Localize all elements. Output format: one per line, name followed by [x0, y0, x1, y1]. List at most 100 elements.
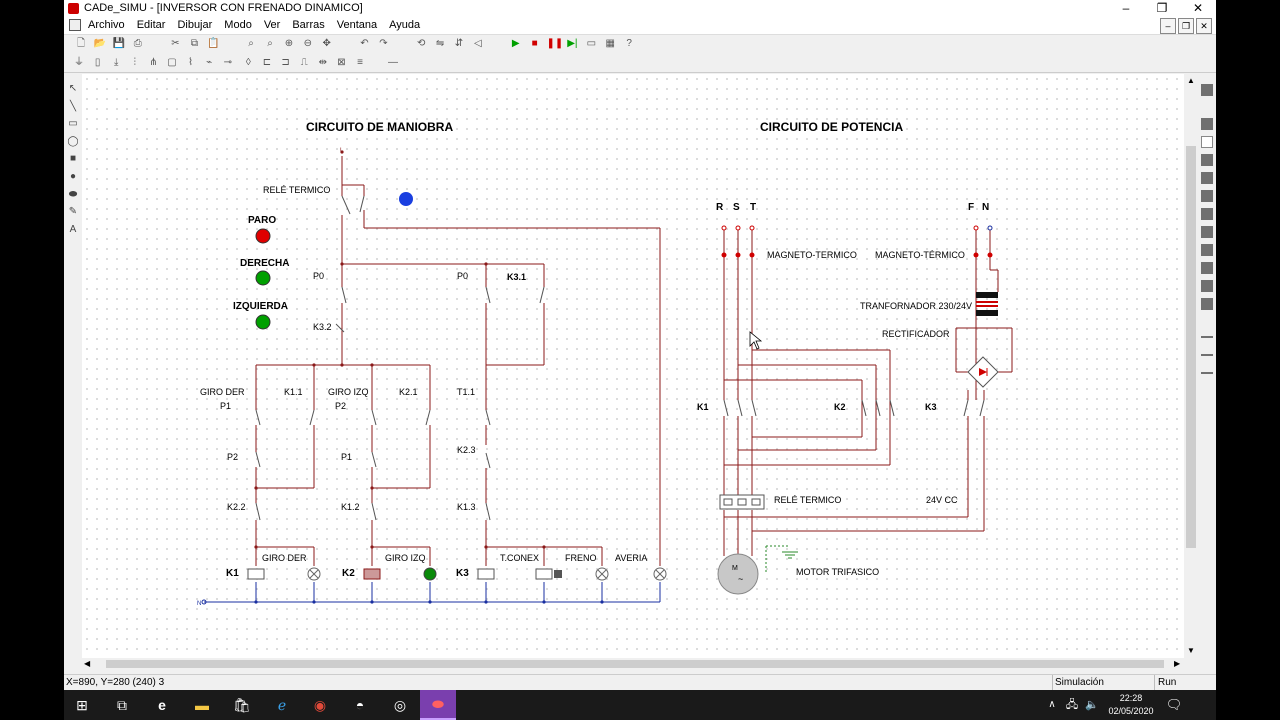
- power-supply-icon[interactable]: ⏚: [72, 56, 86, 70]
- connector-icon[interactable]: ⊠: [334, 56, 348, 70]
- obs-icon[interactable]: ◎: [390, 695, 410, 715]
- window-icon[interactable]: ▭: [584, 37, 598, 51]
- palette-item-11-icon[interactable]: [1201, 280, 1213, 292]
- grid-icon[interactable]: ▦: [603, 37, 617, 51]
- mdi-minimize-button[interactable]: –: [1160, 18, 1176, 34]
- contact-icon[interactable]: ⌇: [184, 56, 198, 70]
- zoom-in-icon[interactable]: ⊕: [282, 37, 296, 51]
- menu-ver[interactable]: Ver: [264, 19, 281, 31]
- wire-line-icon[interactable]: —: [386, 56, 400, 70]
- open-icon[interactable]: 📂: [93, 37, 107, 51]
- scroll-down-icon[interactable]: ▼: [1185, 646, 1197, 656]
- palette-item-14-icon[interactable]: [1201, 354, 1213, 356]
- new-icon[interactable]: 🗋: [74, 37, 88, 51]
- line-icon[interactable]: ╲: [66, 100, 80, 114]
- mdi-restore-button[interactable]: ❐: [1178, 18, 1194, 34]
- filled-ellipse-icon[interactable]: ●: [66, 170, 80, 184]
- palette-item-1-icon[interactable]: [1201, 84, 1213, 96]
- vertical-scroll-thumb[interactable]: [1186, 146, 1196, 548]
- chrome-icon[interactable]: ◉: [310, 695, 330, 715]
- stop-icon[interactable]: ■: [528, 37, 542, 51]
- menu-modo[interactable]: Modo: [224, 19, 252, 31]
- palette-item-13-icon[interactable]: [1201, 336, 1213, 338]
- ellipse-icon[interactable]: ◯: [66, 135, 80, 149]
- menu-ventana[interactable]: Ventana: [337, 19, 377, 31]
- izquierda-lamp[interactable]: [255, 314, 271, 330]
- palette-item-4-icon[interactable]: [1201, 154, 1213, 166]
- help-icon[interactable]: ?: [622, 37, 636, 51]
- task-view-icon[interactable]: ⧉: [112, 695, 132, 715]
- coil-icon[interactable]: ⊏: [260, 56, 274, 70]
- store-icon[interactable]: 🛍: [232, 695, 252, 715]
- document-icon[interactable]: [69, 19, 81, 31]
- cut-icon[interactable]: ✂: [169, 37, 183, 51]
- align-icon[interactable]: ◁: [471, 37, 485, 51]
- mdi-close-button[interactable]: ✕: [1196, 18, 1212, 34]
- file-explorer-icon[interactable]: ▬: [192, 695, 212, 715]
- fuse-icon[interactable]: ▯: [91, 56, 105, 70]
- palette-item-5-icon[interactable]: [1201, 172, 1213, 184]
- scroll-right-icon[interactable]: ▶: [1174, 659, 1180, 668]
- switch-icon[interactable]: ⌁: [202, 56, 216, 70]
- palette-item-6-icon[interactable]: [1201, 190, 1213, 202]
- zoom-fit-icon[interactable]: ⌕: [244, 37, 258, 51]
- wire-icon[interactable]: ≡: [353, 56, 367, 70]
- drawing-canvas[interactable]: CIRCUITO DE MANIOBRA CIRCUITO DE POTENCI…: [82, 74, 1184, 658]
- eraser-icon[interactable]: ✎: [66, 205, 80, 219]
- palette-item-7-icon[interactable]: [1201, 208, 1213, 220]
- zoom-out-icon[interactable]: ⊖: [301, 37, 315, 51]
- menu-dibujar[interactable]: Dibujar: [177, 19, 212, 31]
- filled-rectangle-icon[interactable]: ■: [66, 152, 80, 166]
- scroll-up-icon[interactable]: ▲: [1185, 76, 1197, 86]
- redo-icon[interactable]: ↷: [376, 37, 390, 51]
- relay-icon[interactable]: ▢: [165, 56, 179, 70]
- step-icon[interactable]: ▶|: [565, 37, 579, 51]
- menu-archivo[interactable]: Archivo: [88, 19, 125, 31]
- windows-start-icon[interactable]: ⊞: [72, 695, 92, 715]
- palette-item-12-icon[interactable]: [1201, 298, 1213, 310]
- lamp-icon[interactable]: ◊: [241, 56, 255, 70]
- fill-icon[interactable]: ⬬: [66, 188, 80, 202]
- photos-icon[interactable]: ◓: [350, 695, 370, 715]
- run-icon[interactable]: ▶: [509, 37, 523, 51]
- breaker-icon[interactable]: ⤓: [109, 56, 123, 70]
- palette-item-15-icon[interactable]: [1201, 372, 1213, 374]
- motor-icon[interactable]: ⋔: [146, 56, 160, 70]
- mirror-icon[interactable]: ⇋: [433, 37, 447, 51]
- copy-icon[interactable]: ⧉: [187, 37, 201, 51]
- sensor-icon[interactable]: ⊸: [221, 56, 235, 70]
- three-pole-icon[interactable]: ⫶: [128, 56, 142, 70]
- print-icon[interactable]: ⎙: [131, 37, 145, 51]
- volume-icon[interactable]: 🔈: [1082, 695, 1102, 715]
- paste-icon[interactable]: 📋: [206, 37, 220, 51]
- pan-icon[interactable]: ✥: [320, 37, 334, 51]
- rectangle-icon[interactable]: ▭: [66, 117, 80, 131]
- text-icon[interactable]: A: [66, 223, 80, 237]
- pause-icon[interactable]: ❚❚: [547, 37, 564, 51]
- save-icon[interactable]: 💾: [112, 37, 126, 51]
- system-clock[interactable]: 22:28 02/05/2020: [1104, 692, 1158, 718]
- maximize-button[interactable]: ❐: [1144, 0, 1180, 17]
- menu-editar[interactable]: Editar: [137, 19, 166, 31]
- palette-item-2-icon[interactable]: [1201, 118, 1213, 130]
- pointer-icon[interactable]: ↖: [66, 82, 80, 96]
- internet-explorer-icon[interactable]: ℯ: [272, 695, 292, 715]
- horizontal-scroll-thumb[interactable]: [106, 660, 1164, 668]
- undo-icon[interactable]: ↶: [358, 37, 372, 51]
- notifications-icon[interactable]: 🗨: [1164, 695, 1184, 715]
- palette-item-10-icon[interactable]: [1201, 262, 1213, 274]
- close-button[interactable]: ✕: [1180, 0, 1216, 17]
- flip-icon[interactable]: ⇵: [452, 37, 466, 51]
- network-icon[interactable]: 🖧: [1062, 695, 1082, 715]
- rotate-icon[interactable]: ⟲: [414, 37, 428, 51]
- edge-icon[interactable]: e: [152, 695, 172, 715]
- zoom-window-icon[interactable]: ⌕: [263, 37, 277, 51]
- terminal-icon[interactable]: ⎍: [297, 56, 311, 70]
- scroll-left-icon[interactable]: ◀: [84, 659, 90, 668]
- palette-item-9-icon[interactable]: [1201, 244, 1213, 256]
- plc-icon[interactable]: ⇹: [316, 56, 330, 70]
- palette-item-8-icon[interactable]: [1201, 226, 1213, 238]
- vertical-scrollbar[interactable]: ▲ ▼: [1184, 74, 1198, 658]
- menu-ayuda[interactable]: Ayuda: [389, 19, 420, 31]
- timer-icon[interactable]: ⊐: [279, 56, 293, 70]
